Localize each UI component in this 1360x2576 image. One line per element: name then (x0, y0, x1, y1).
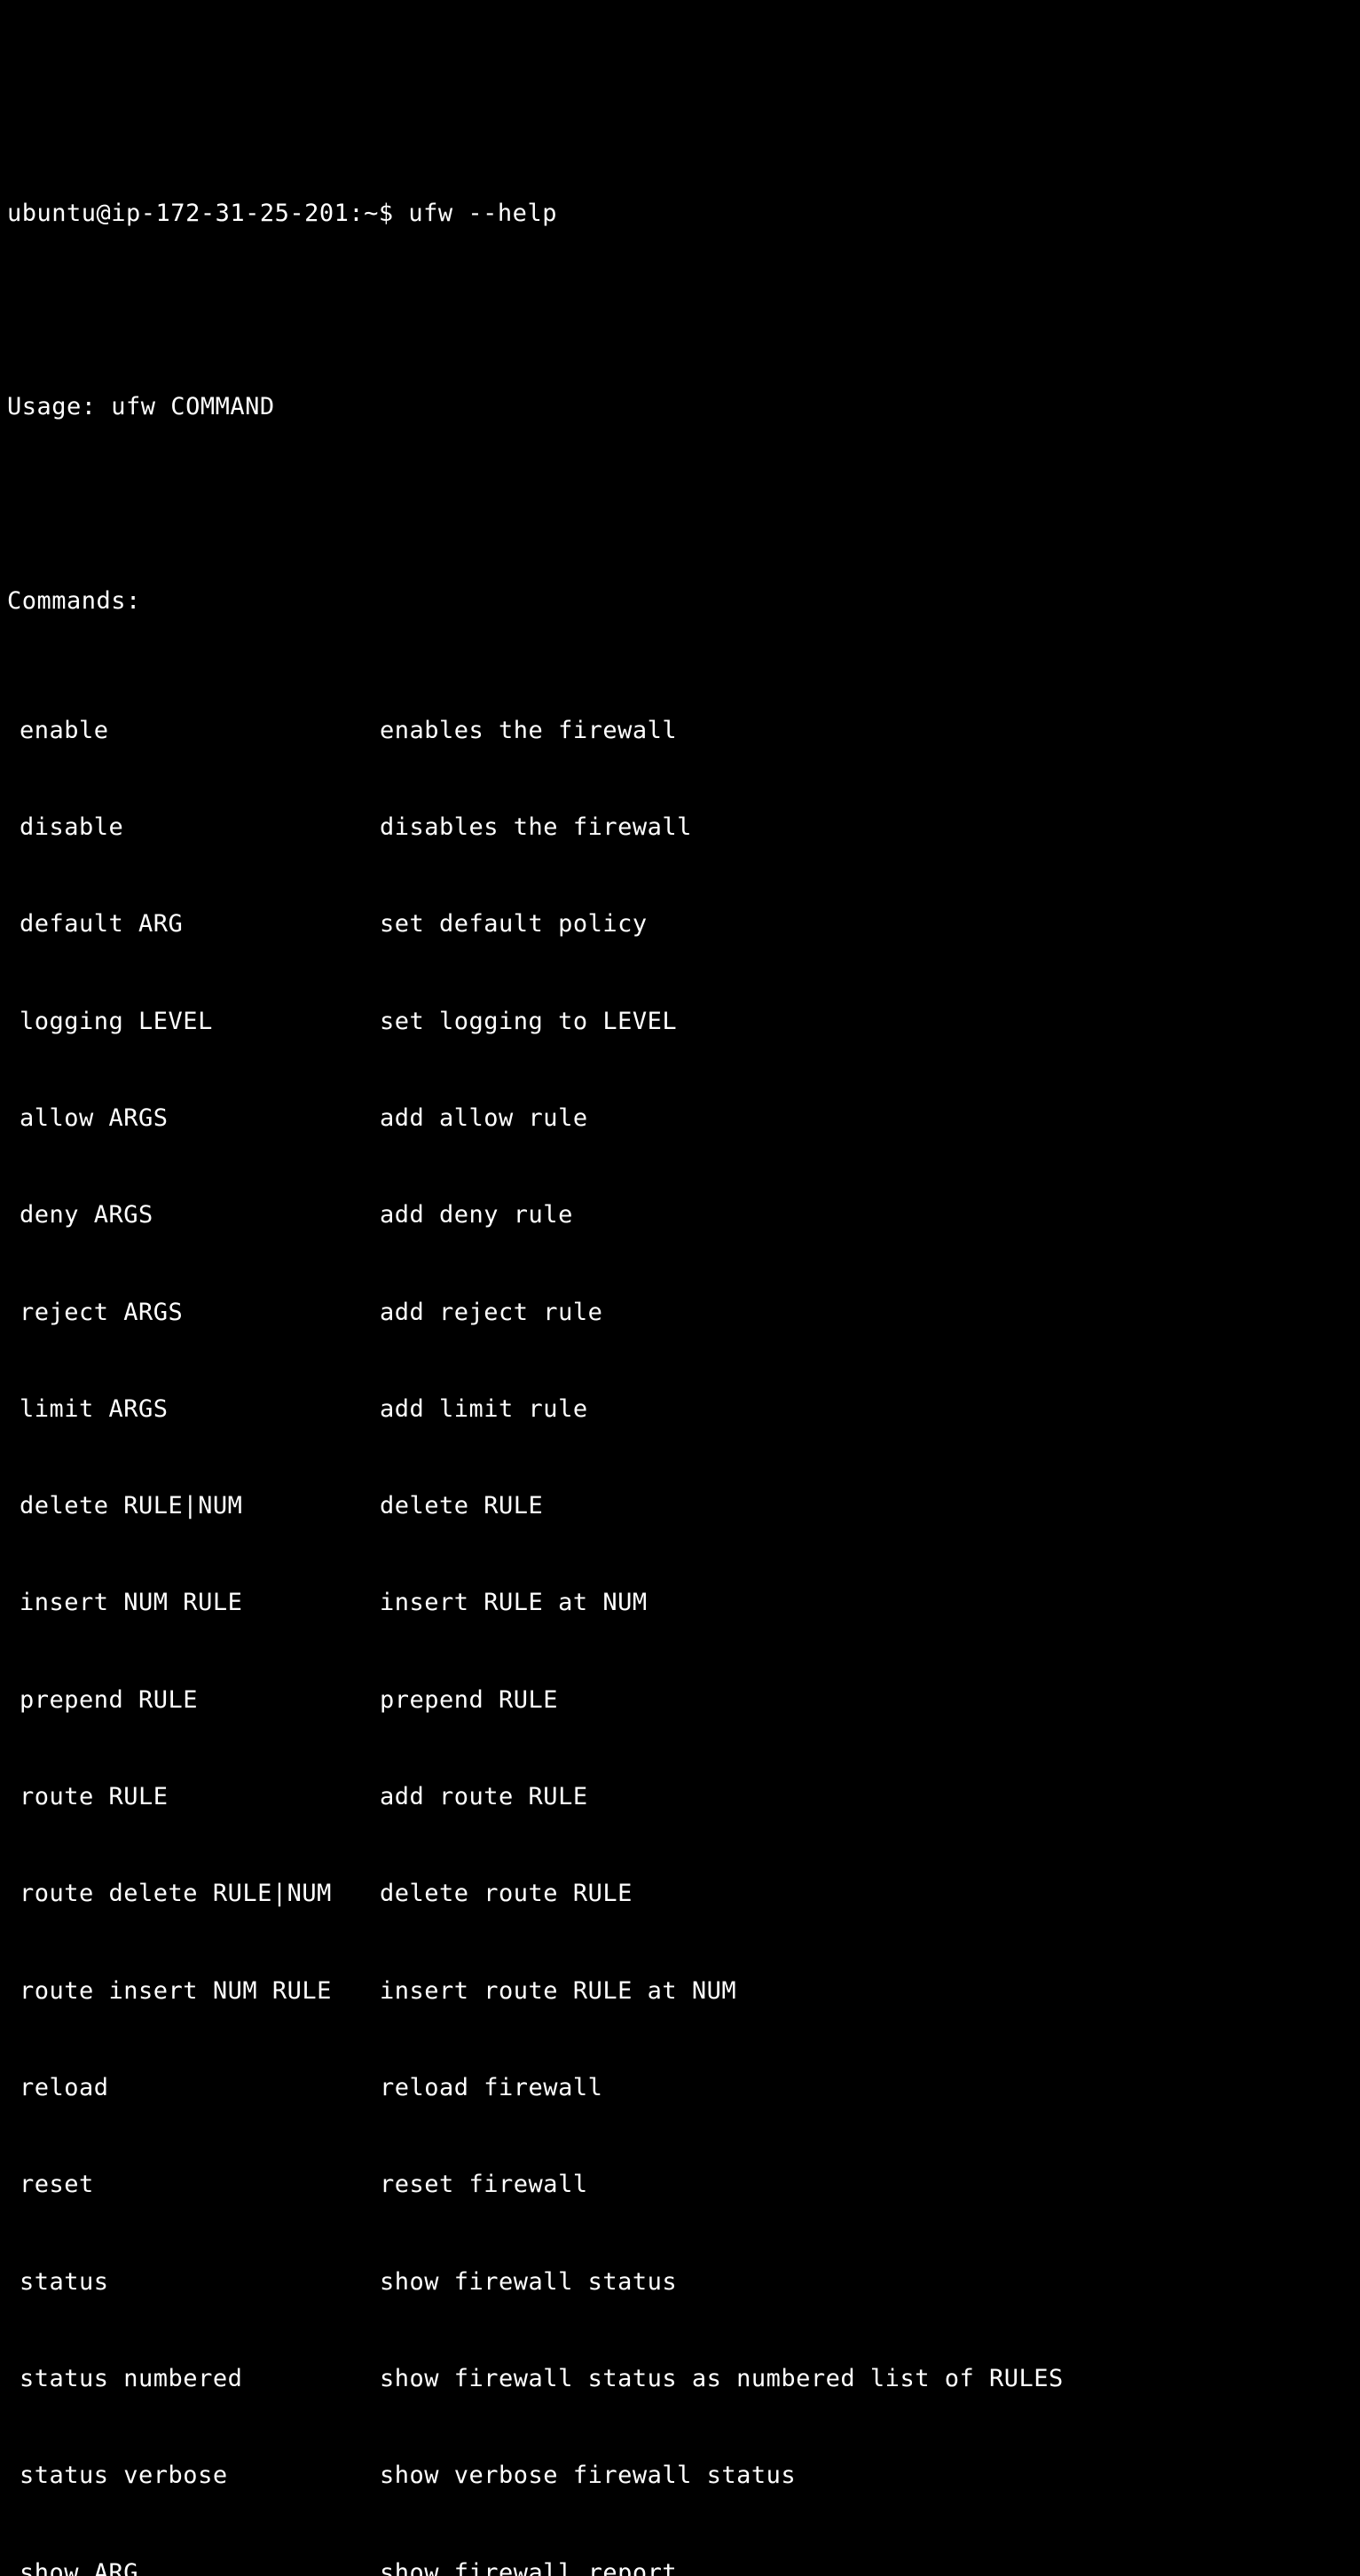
blank-line (7, 489, 1353, 521)
command-desc: add allow rule (380, 1103, 588, 1135)
command-name: logging LEVEL (7, 1006, 380, 1038)
command-row: logging LEVELset logging to LEVEL (7, 1006, 1353, 1038)
command-desc: insert RULE at NUM (380, 1587, 648, 1619)
command-row: route delete RULE|NUMdelete route RULE (7, 1878, 1353, 1910)
command-name: reload (7, 2072, 380, 2104)
command-row: reloadreload firewall (7, 2072, 1353, 2104)
command-desc: prepend RULE (380, 1685, 558, 1716)
command-desc: add limit rule (380, 1394, 588, 1425)
command-name: route RULE (7, 1781, 380, 1813)
command-row: deny ARGSadd deny rule (7, 1199, 1353, 1231)
command-row: delete RULE|NUMdelete RULE (7, 1490, 1353, 1522)
command-desc: add route RULE (380, 1781, 588, 1813)
command-desc: set logging to LEVEL (380, 1006, 677, 1038)
command-desc: enables the firewall (380, 715, 677, 747)
command-row: prepend RULEprepend RULE (7, 1685, 1353, 1716)
command-desc: add deny rule (380, 1199, 573, 1231)
blank-line (7, 295, 1353, 326)
command-desc: delete route RULE (380, 1878, 633, 1910)
command-desc: set default policy (380, 908, 648, 940)
command-desc: show firewall report (380, 2557, 677, 2576)
command-desc: show verbose firewall status (380, 2460, 796, 2492)
command-desc: disables the firewall (380, 812, 692, 844)
command-name: route insert NUM RULE (7, 1975, 380, 2007)
command-name: insert NUM RULE (7, 1587, 380, 1619)
command-row: allow ARGSadd allow rule (7, 1103, 1353, 1135)
command-row: route insert NUM RULEinsert route RULE a… (7, 1975, 1353, 2007)
commands-header: Commands: (7, 585, 1353, 617)
command-name: disable (7, 812, 380, 844)
command-desc: reload firewall (380, 2072, 602, 2104)
command-name: reset (7, 2169, 380, 2201)
command-name: route delete RULE|NUM (7, 1878, 380, 1910)
terminal-output[interactable]: ubuntu@ip-172-31-25-201:~$ ufw --help Us… (7, 133, 1353, 2576)
command-name: enable (7, 715, 380, 747)
command-desc: delete RULE (380, 1490, 543, 1522)
command-row: default ARGset default policy (7, 908, 1353, 940)
command-desc: reset firewall (380, 2169, 588, 2201)
command-desc: show firewall status (380, 2266, 677, 2298)
command-name: deny ARGS (7, 1199, 380, 1231)
command-row: status verboseshow verbose firewall stat… (7, 2460, 1353, 2492)
command-name: prepend RULE (7, 1685, 380, 1716)
command-row: reject ARGSadd reject rule (7, 1297, 1353, 1329)
prompt-line: ubuntu@ip-172-31-25-201:~$ ufw --help (7, 198, 1353, 230)
command-row: disabledisables the firewall (7, 812, 1353, 844)
command-desc: insert route RULE at NUM (380, 1975, 736, 2007)
command-name: reject ARGS (7, 1297, 380, 1329)
command-row: enableenables the firewall (7, 715, 1353, 747)
command-name: status (7, 2266, 380, 2298)
command-row: status numberedshow firewall status as n… (7, 2363, 1353, 2395)
command-row: statusshow firewall status (7, 2266, 1353, 2298)
command-row: limit ARGSadd limit rule (7, 1394, 1353, 1425)
command-name: delete RULE|NUM (7, 1490, 380, 1522)
command-row: resetreset firewall (7, 2169, 1353, 2201)
command-name: allow ARGS (7, 1103, 380, 1135)
command-row: route RULEadd route RULE (7, 1781, 1353, 1813)
command-desc: show firewall status as numbered list of… (380, 2363, 1064, 2395)
command-desc: add reject rule (380, 1297, 602, 1329)
command-name: status verbose (7, 2460, 380, 2492)
usage-line: Usage: ufw COMMAND (7, 391, 1353, 423)
command-name: default ARG (7, 908, 380, 940)
command-name: status numbered (7, 2363, 380, 2395)
command-row: show ARGshow firewall report (7, 2557, 1353, 2576)
command-name: limit ARGS (7, 1394, 380, 1425)
command-name: show ARG (7, 2557, 380, 2576)
command-row: insert NUM RULEinsert RULE at NUM (7, 1587, 1353, 1619)
